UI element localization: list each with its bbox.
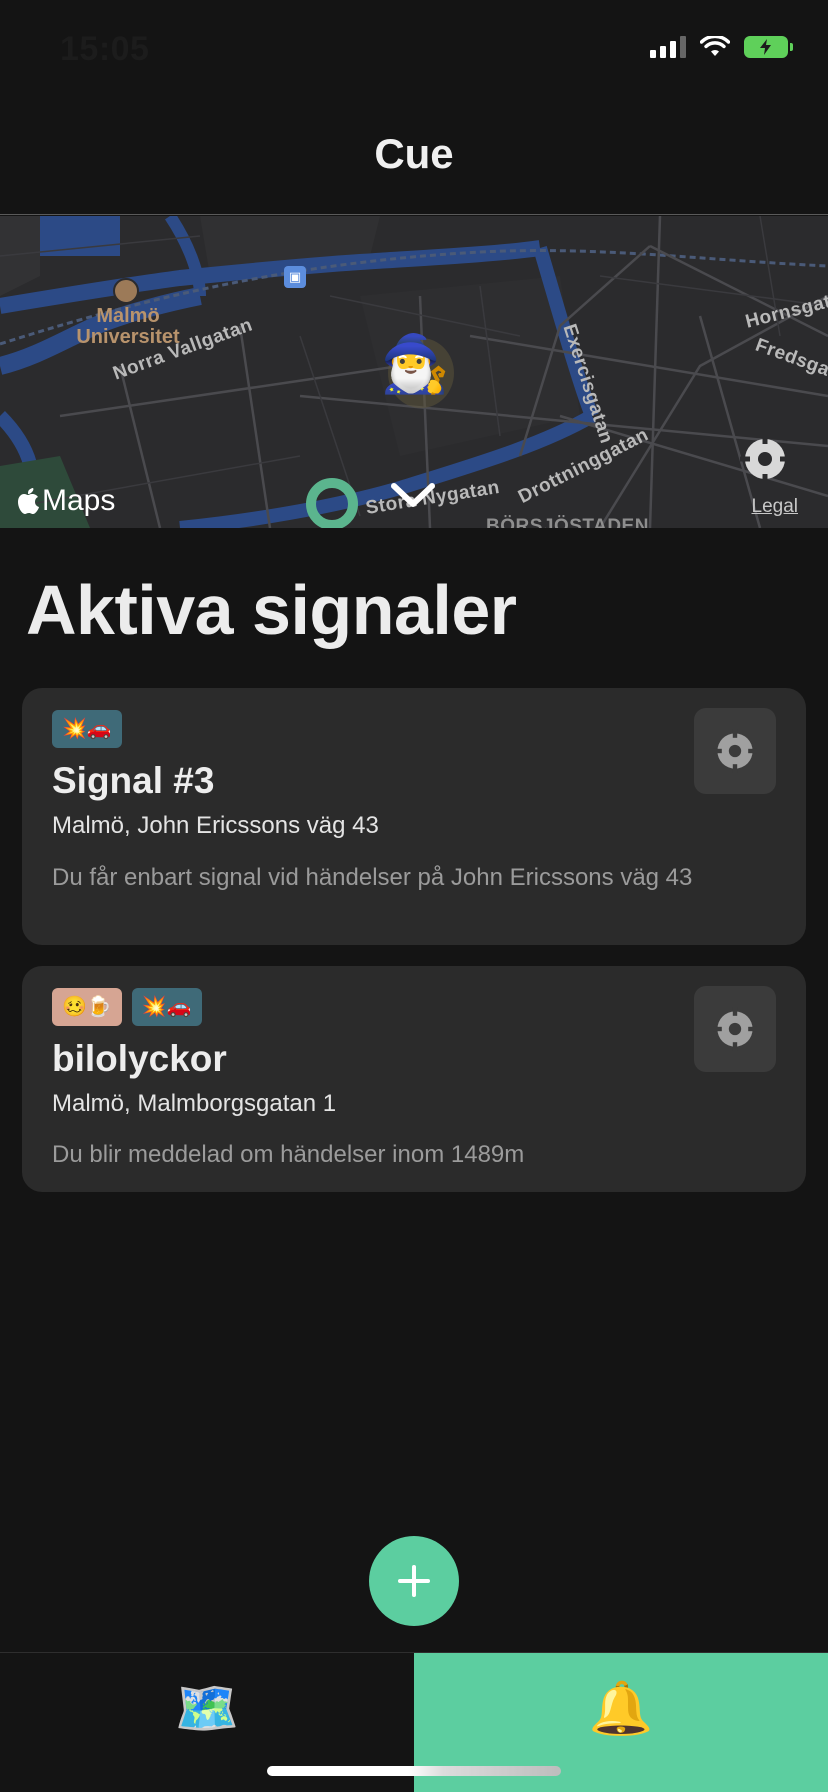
legal-link[interactable]: Legal [752, 496, 799, 518]
status-time: 15:05 [60, 30, 150, 68]
cellular-signal-icon [650, 36, 686, 58]
user-location-marker[interactable]: 🧙‍♂️ [380, 336, 450, 392]
plus-icon [398, 1565, 430, 1597]
bell-icon: 🔔 [588, 1679, 654, 1738]
signal-description: Du blir meddelad om händelser inom 1489m [52, 1141, 525, 1168]
chevron-down-icon[interactable] [388, 476, 438, 512]
signal-title: Signal #3 [52, 760, 215, 801]
screen: 15:05 Cue Malmö Universitet ▣ Norra Vall… [0, 0, 828, 1792]
signal-pin-marker[interactable] [306, 478, 358, 528]
status-bar: 15:05 [0, 0, 828, 100]
signal-tags: 💥🚗 [52, 710, 122, 748]
maps-label: Maps [42, 484, 116, 517]
crosshair-icon [713, 1007, 757, 1051]
tag-drunk: 🥴🍺 [52, 988, 122, 1026]
map-view[interactable]: Malmö Universitet ▣ Norra Vallgatan Exer… [0, 216, 828, 528]
status-icons [650, 36, 793, 58]
signal-title: bilolyckor [52, 1038, 227, 1079]
university-poi-icon[interactable] [113, 278, 139, 304]
map-label-borsjostaden: BÖRSJÖSTADEN [486, 516, 649, 528]
home-indicator [267, 1766, 561, 1776]
tag-collision: 💥🚗 [131, 988, 202, 1026]
section-title: Aktiva signaler [26, 571, 517, 649]
nav-bar: Cue [0, 100, 828, 215]
crosshair-icon [713, 729, 757, 773]
tag-collision: 💥🚗 [52, 710, 122, 748]
signal-address: Malmö, John Ericssons väg 43 [52, 812, 379, 839]
page-title: Cue [374, 130, 454, 177]
train-station-icon[interactable]: ▣ [284, 266, 306, 288]
signal-address: Malmö, Malmborgsgatan 1 [52, 1090, 337, 1117]
show-on-map-button[interactable] [694, 986, 776, 1072]
locate-me-icon[interactable] [740, 434, 790, 484]
signal-card[interactable]: 💥🚗 Signal #3 Malmö, John Ericssons väg 4… [22, 688, 806, 945]
apple-logo-icon [18, 488, 39, 514]
battery-charging-icon [744, 36, 793, 58]
wifi-icon [700, 36, 730, 56]
show-on-map-button[interactable] [694, 708, 776, 794]
add-signal-button[interactable] [369, 1536, 459, 1626]
apple-maps-logo: Maps [18, 484, 115, 518]
signal-description: Du får enbart signal vid händelser på Jo… [52, 864, 693, 891]
map-tab-icon: 🗺️ [174, 1679, 240, 1738]
signal-card[interactable]: 🥴🍺 💥🚗 bilolyckor Malmö, Malmborgsgatan 1… [22, 966, 806, 1192]
signal-tags: 🥴🍺 💥🚗 [52, 988, 202, 1026]
